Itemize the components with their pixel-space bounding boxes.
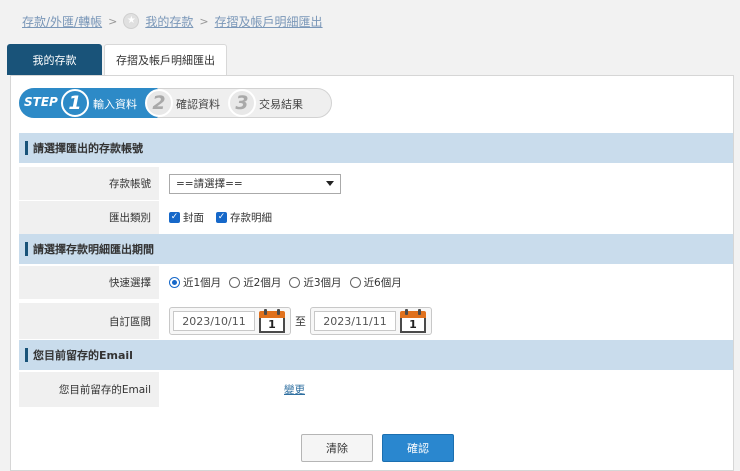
checkbox-cover-label: 封面 (183, 212, 204, 224)
account-select[interactable]: ==請選擇== (169, 173, 341, 194)
breadcrumb-link-deposit-fx-transfer[interactable]: 存款/外匯/轉帳 (22, 13, 102, 30)
tab-my-deposit[interactable]: 我的存款 (7, 44, 102, 75)
account-field: ==請選擇== (159, 167, 733, 200)
radio-6-month-label: 近6個月 (363, 277, 402, 289)
start-date-picker: 2023/10/11 1 (169, 307, 291, 335)
breadcrumb-current-page[interactable]: 存摺及帳戶明細匯出 (215, 13, 323, 30)
section-header-period: 請選擇存款明細匯出期間 (19, 234, 733, 264)
export-type-label: 匯出類別 (19, 201, 159, 234)
step-number-2: 2 (145, 89, 173, 117)
tab-bar: 我的存款 存摺及帳戶明細匯出 (7, 44, 227, 75)
export-type-field: ✓ 封面 ✓ 存款明細 (159, 201, 733, 234)
star-icon[interactable]: ★ (123, 13, 140, 29)
change-email-link[interactable]: 變更 (284, 382, 305, 397)
radio-unselected-icon[interactable] (289, 277, 301, 288)
email-field: 變更 (159, 372, 733, 407)
breadcrumb-separator: > (199, 14, 209, 28)
radio-3-month[interactable]: 近3個月 (289, 275, 342, 290)
checkbox-checked-icon[interactable]: ✓ (169, 212, 180, 223)
radio-unselected-icon[interactable] (229, 277, 241, 288)
account-select-value: ==請選擇== (176, 178, 243, 190)
radio-2-month-label: 近2個月 (243, 277, 282, 289)
tab-passbook-export[interactable]: 存摺及帳戶明細匯出 (104, 44, 227, 75)
radio-selected-icon[interactable] (169, 277, 180, 288)
step-label-3: 交易結果 (259, 98, 303, 111)
step-label-1: 輸入資料 (93, 98, 137, 111)
start-date-input[interactable]: 2023/10/11 (173, 311, 255, 331)
section-title-email: 您目前留存的Email (33, 349, 133, 362)
end-date-input[interactable]: 2023/11/11 (314, 311, 396, 331)
step-number-3: 3 (228, 89, 256, 117)
radio-2-month[interactable]: 近2個月 (229, 275, 281, 290)
step-number-1: 1 (61, 89, 89, 117)
checkbox-deposit-detail-label: 存款明細 (230, 212, 272, 224)
step-prefix: STEP (24, 95, 58, 109)
breadcrumb-separator: > (108, 14, 118, 28)
row-quick-select: 快速選擇 近1個月 近2個月 近3個月 近6個月 (19, 266, 733, 299)
quick-select-field: 近1個月 近2個月 近3個月 近6個月 (159, 266, 733, 299)
calendar-icon[interactable]: 1 (258, 309, 286, 333)
confirm-button[interactable]: 確認 (382, 434, 454, 462)
section-header-email: 您目前留存的Email (19, 340, 733, 370)
checkbox-cover[interactable]: ✓ 封面 (169, 210, 204, 225)
breadcrumb-link-my-deposit[interactable]: 我的存款 (145, 13, 193, 30)
radio-3-month-label: 近3個月 (303, 277, 342, 289)
row-export-type: 匯出類別 ✓ 封面 ✓ 存款明細 (19, 201, 733, 234)
to-text: 至 (295, 315, 306, 328)
section-title-period: 請選擇存款明細匯出期間 (33, 243, 154, 256)
clear-button[interactable]: 清除 (301, 434, 373, 462)
calendar-icon[interactable]: 1 (399, 309, 427, 333)
step-label-2: 確認資料 (176, 98, 220, 111)
email-label: 您目前留存的Email (19, 372, 159, 407)
custom-range-field: 2023/10/11 1 至 2023/11/11 1 (159, 303, 733, 339)
custom-range-label: 自訂區間 (19, 303, 159, 339)
section-header-account: 請選擇匯出的存款帳號 (19, 133, 733, 163)
radio-1-month-label: 近1個月 (183, 277, 222, 289)
radio-unselected-icon[interactable] (349, 277, 361, 288)
end-date-picker: 2023/11/11 1 (310, 307, 432, 335)
row-account: 存款帳號 ==請選擇== (19, 167, 733, 200)
chevron-down-icon (326, 181, 334, 186)
radio-1-month[interactable]: 近1個月 (169, 275, 221, 290)
main-panel: STEP 1 輸入資料 2 確認資料 3 交易結果 請選擇匯出的存款帳號 存款帳… (10, 75, 734, 471)
quick-select-label: 快速選擇 (19, 266, 159, 299)
row-custom-range: 自訂區間 2023/10/11 1 至 2023/11/11 1 (19, 303, 733, 339)
section-title-account: 請選擇匯出的存款帳號 (33, 142, 143, 155)
quick-select-radio-group: 近1個月 近2個月 近3個月 近6個月 (169, 275, 402, 290)
breadcrumb: 存款/外匯/轉帳 > ★ 我的存款 > 存摺及帳戶明細匯出 (22, 12, 323, 30)
row-email: 您目前留存的Email 變更 (19, 372, 733, 407)
radio-6-month[interactable]: 近6個月 (349, 275, 402, 290)
checkbox-checked-icon[interactable]: ✓ (216, 212, 227, 223)
account-label: 存款帳號 (19, 167, 159, 200)
checkbox-deposit-detail[interactable]: ✓ 存款明細 (216, 210, 272, 225)
